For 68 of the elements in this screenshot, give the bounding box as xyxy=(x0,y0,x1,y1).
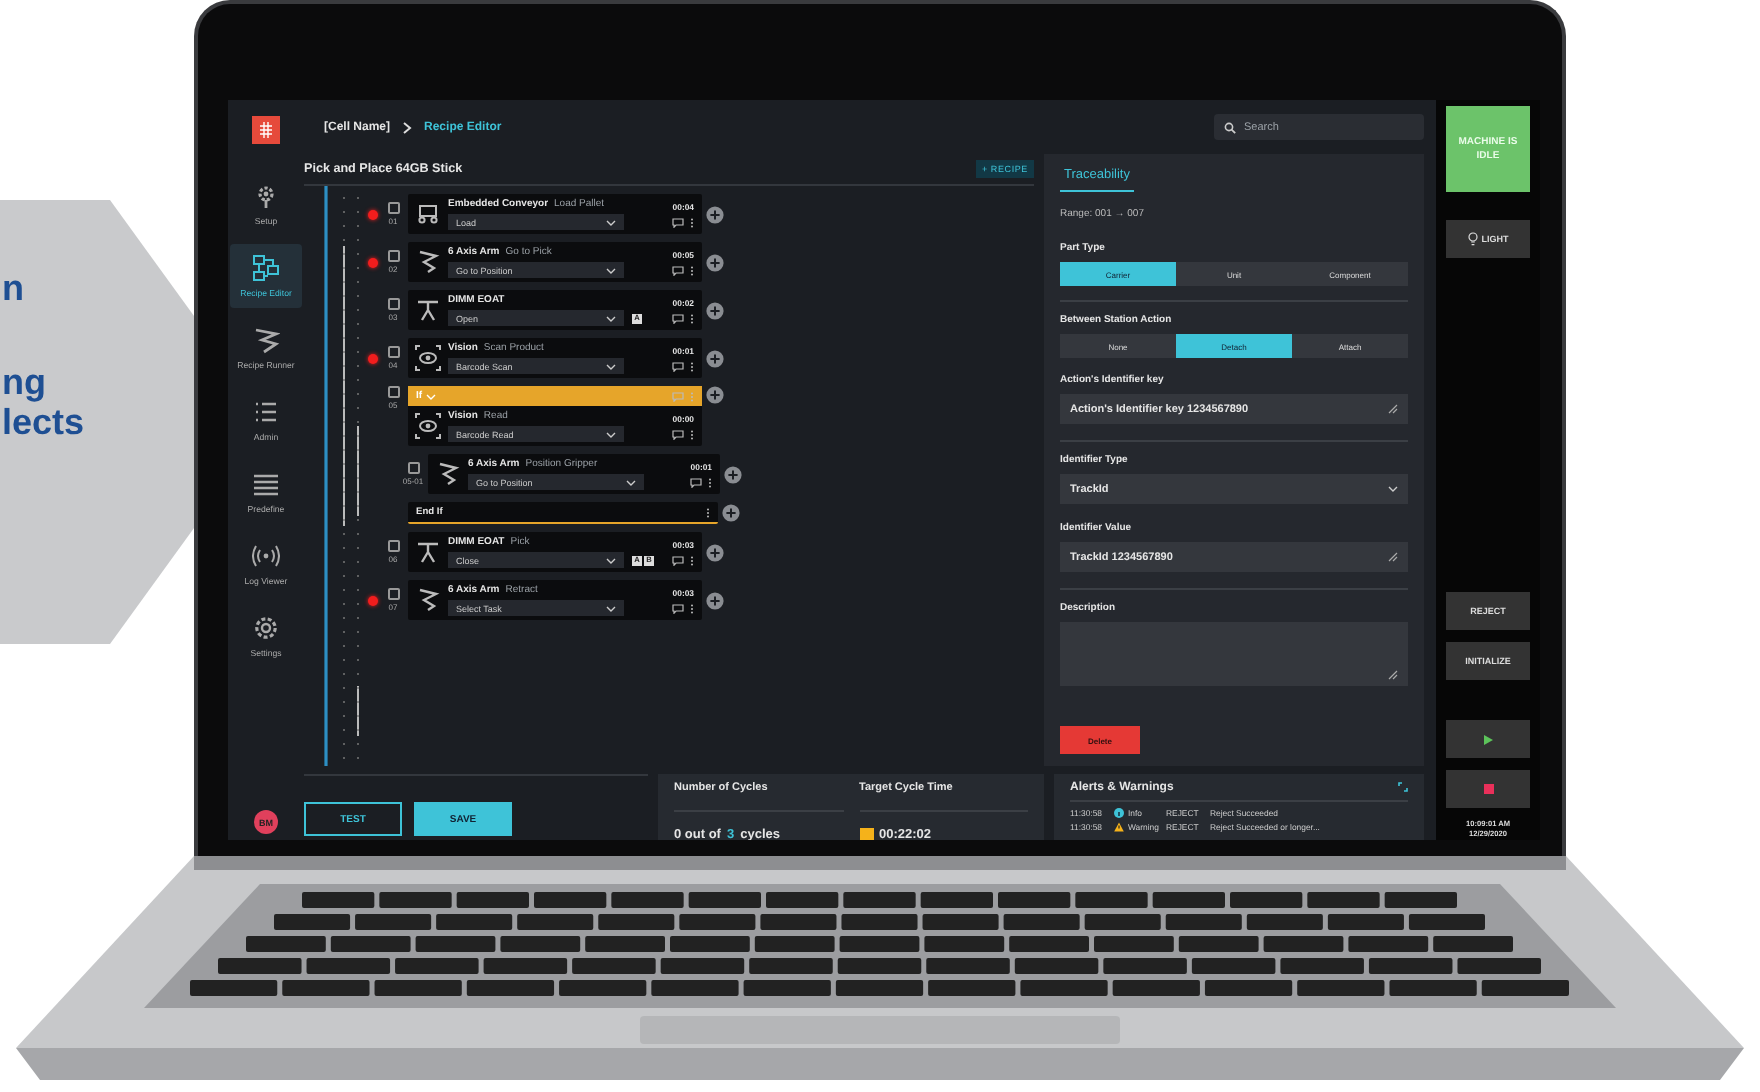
step-checkbox[interactable] xyxy=(387,298,399,310)
search-icon xyxy=(1224,121,1236,133)
banner-text: lects xyxy=(2,402,85,442)
logo-icon xyxy=(252,116,280,144)
bulb-icon xyxy=(1467,232,1478,246)
nav-icon xyxy=(252,254,280,282)
banner-text: ng xyxy=(2,362,46,402)
chevron-down-icon xyxy=(426,393,437,399)
step-checkbox[interactable] xyxy=(387,386,399,398)
chevron-down-icon xyxy=(606,605,616,611)
stop-icon xyxy=(1483,784,1493,794)
chevron-right-icon xyxy=(402,121,413,133)
resize-icon xyxy=(1388,404,1398,414)
device-icon xyxy=(414,200,442,228)
add-step-icon[interactable] xyxy=(706,205,724,223)
nav-icon xyxy=(252,182,280,210)
comment-icon[interactable] xyxy=(690,477,702,487)
chevron-down-icon xyxy=(626,479,636,485)
add-step-icon[interactable] xyxy=(706,386,724,404)
add-step-icon[interactable] xyxy=(722,504,740,522)
add-step-icon[interactable] xyxy=(706,543,724,561)
step-checkbox[interactable] xyxy=(407,462,419,474)
banner-text: n xyxy=(2,268,24,308)
device-icon xyxy=(414,586,442,614)
comment-icon[interactable] xyxy=(672,603,684,613)
nav-icon xyxy=(252,326,280,354)
device-icon xyxy=(434,460,462,488)
device-icon xyxy=(414,344,442,372)
comment-icon[interactable] xyxy=(672,313,684,323)
add-step-icon[interactable] xyxy=(706,253,724,271)
resize-icon xyxy=(1388,552,1398,562)
nav-icon xyxy=(252,542,280,570)
warning-icon xyxy=(1114,822,1124,832)
device-icon xyxy=(414,412,442,440)
nav-icon xyxy=(252,398,280,426)
comment-icon[interactable] xyxy=(672,265,684,275)
chevron-down-icon xyxy=(606,267,616,273)
step-checkbox[interactable] xyxy=(387,540,399,552)
play-icon xyxy=(1482,733,1494,745)
device-icon xyxy=(414,248,442,276)
nav-icon xyxy=(252,614,280,642)
step-checkbox[interactable] xyxy=(387,346,399,358)
comment-icon[interactable] xyxy=(672,555,684,565)
nav-icon xyxy=(252,470,280,498)
add-step-icon[interactable] xyxy=(706,301,724,319)
chevron-down-icon xyxy=(606,219,616,225)
device-icon xyxy=(414,296,442,324)
step-checkbox[interactable] xyxy=(387,250,399,262)
comment-icon[interactable] xyxy=(672,429,684,439)
chevron-down-icon xyxy=(606,315,616,321)
expand-icon[interactable] xyxy=(1398,782,1408,792)
chevron-down-icon xyxy=(1388,486,1398,492)
device-icon xyxy=(414,538,442,566)
add-step-icon[interactable] xyxy=(724,465,742,483)
comment-icon[interactable] xyxy=(672,217,684,227)
step-checkbox[interactable] xyxy=(387,202,399,214)
stop-button[interactable] xyxy=(1446,770,1530,808)
time-swatch xyxy=(859,828,873,840)
chevron-down-icon xyxy=(606,557,616,563)
info-icon xyxy=(1114,808,1124,818)
step-checkbox[interactable] xyxy=(387,588,399,600)
chevron-down-icon xyxy=(606,431,616,437)
add-step-icon[interactable] xyxy=(706,591,724,609)
chevron-down-icon xyxy=(606,363,616,369)
comment-icon[interactable] xyxy=(672,361,684,371)
text-field[interactable] xyxy=(1060,622,1408,686)
resize-icon xyxy=(1388,670,1398,680)
add-step-icon[interactable] xyxy=(706,349,724,367)
